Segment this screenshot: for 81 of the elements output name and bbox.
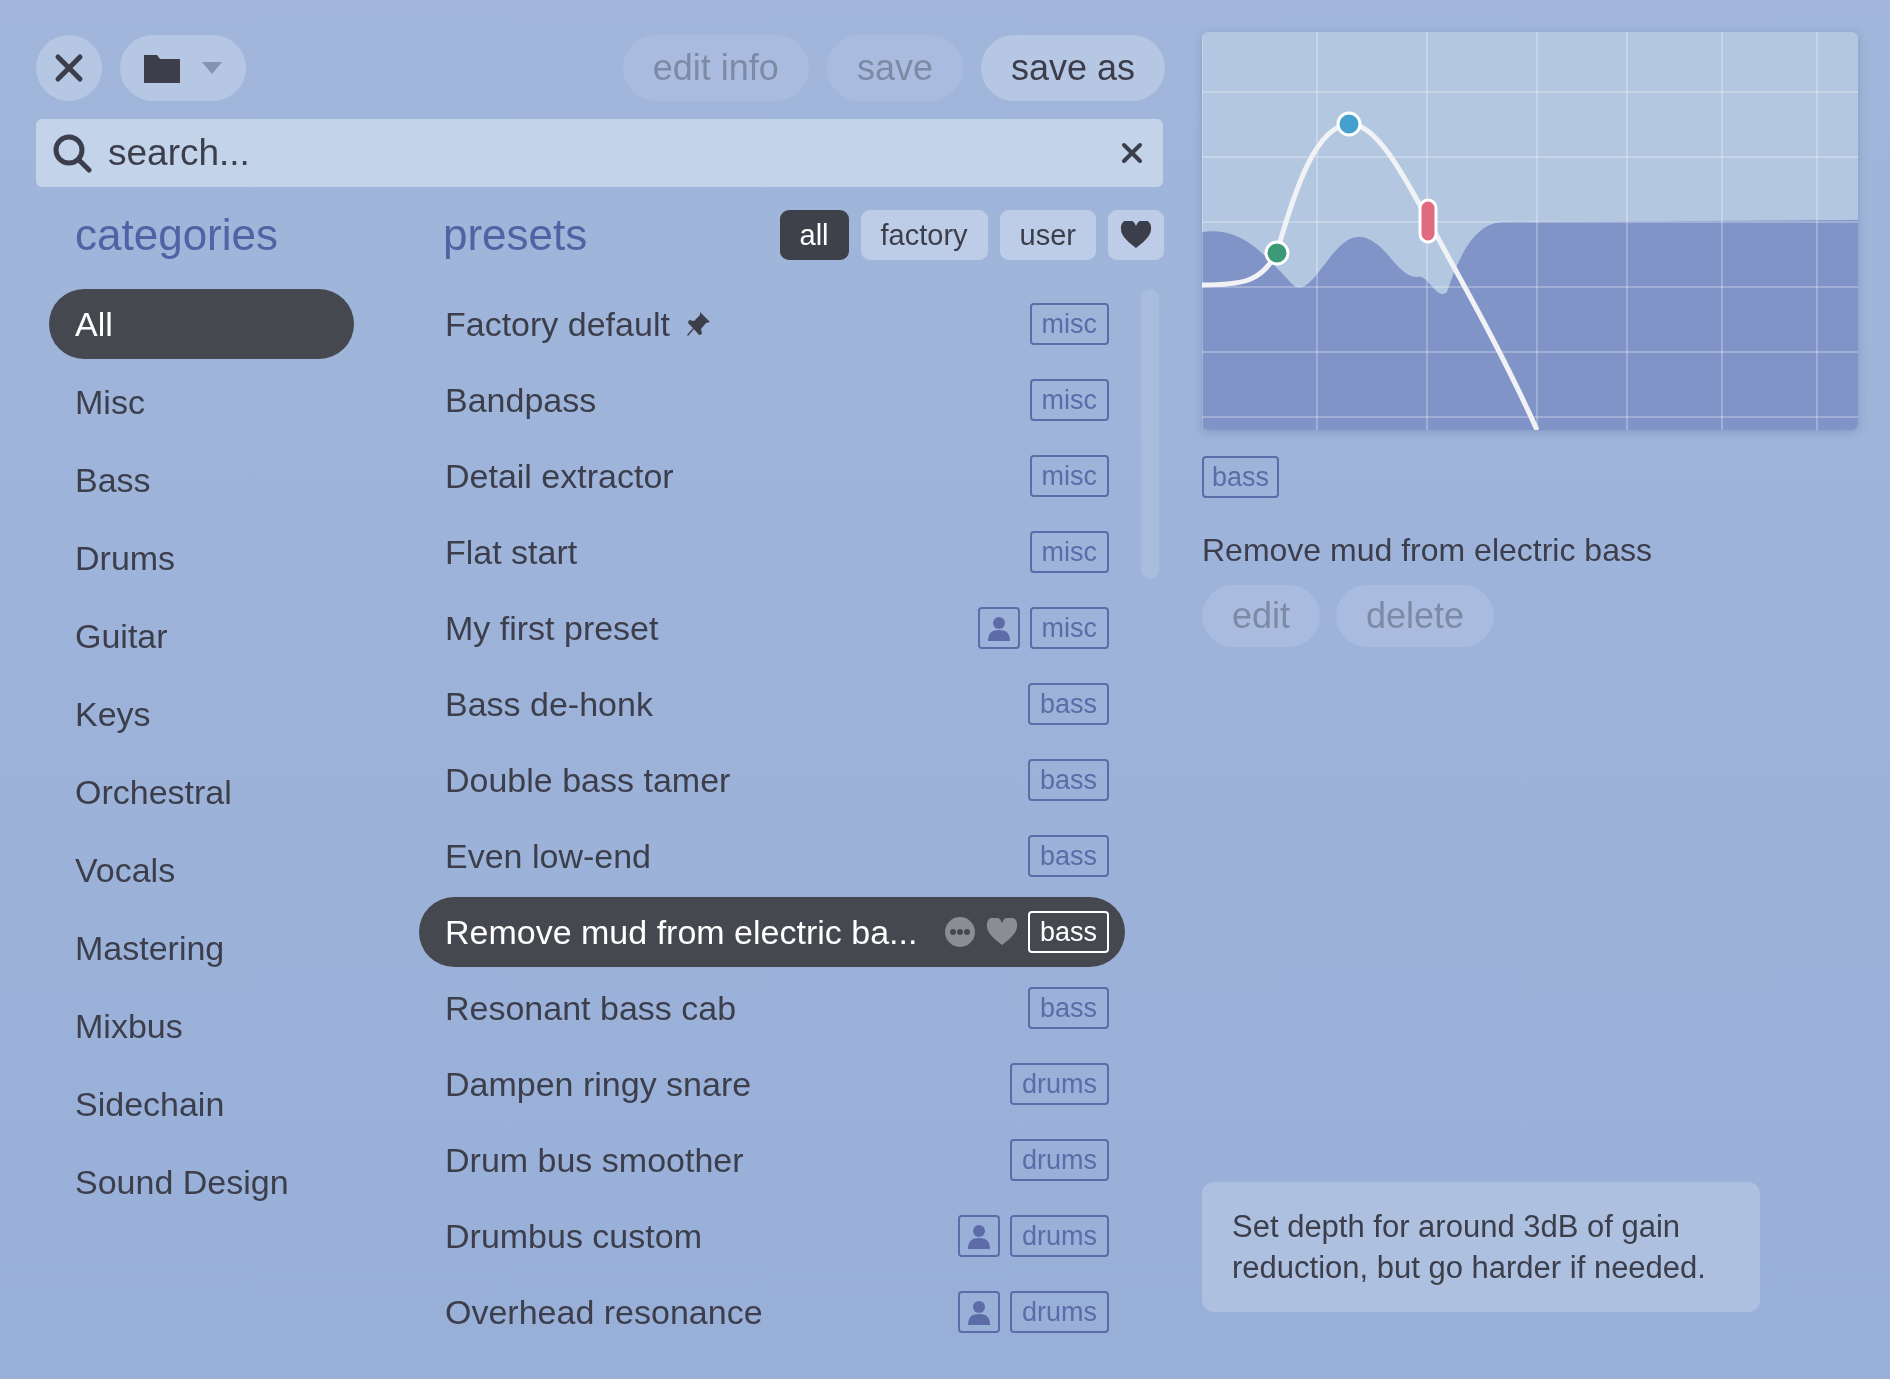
person-icon: [966, 1299, 992, 1325]
category-item[interactable]: All: [49, 289, 354, 359]
category-item[interactable]: Sidechain: [49, 1069, 354, 1139]
category-item[interactable]: Drums: [49, 523, 354, 593]
close-icon: [54, 53, 84, 83]
preset-note: Set depth for around 3dB of gain reduction, but go harder if needed.: [1202, 1182, 1760, 1312]
category-item[interactable]: Misc: [49, 367, 354, 437]
preset-row[interactable]: Detail extractor misc: [419, 441, 1125, 511]
category-tag: drums: [1010, 1291, 1109, 1333]
preset-row[interactable]: Factory default misc: [419, 289, 1125, 359]
filter-tab[interactable]: all: [779, 210, 849, 260]
preset-row[interactable]: Dampen ringy snare drums: [419, 1049, 1125, 1119]
category-item[interactable]: Sound Design: [49, 1147, 354, 1217]
search-bar[interactable]: search...: [36, 119, 1163, 187]
eq-node[interactable]: [1418, 198, 1438, 244]
category-item[interactable]: Guitar: [49, 601, 354, 671]
category-tag: bass: [1202, 456, 1280, 498]
preset-name: Bandpass: [445, 380, 597, 420]
eq-graph[interactable]: [1202, 32, 1858, 430]
preset-name: Factory default: [445, 304, 670, 344]
more-icon[interactable]: [943, 916, 976, 948]
preset-row[interactable]: Drumbus custom drums: [419, 1201, 1125, 1271]
category-item[interactable]: Mixbus: [49, 991, 354, 1061]
section-heading: categories: [74, 209, 279, 261]
preset-name: Flat start: [445, 532, 578, 572]
favorites-filter[interactable]: [1108, 210, 1164, 260]
preset-row[interactable]: Overhead resonance drums: [419, 1277, 1125, 1347]
preset-name: Overhead resonance: [445, 1292, 763, 1332]
search-field[interactable]: search...: [106, 131, 1107, 175]
eq-node[interactable]: [1264, 240, 1290, 266]
category-item[interactable]: Keys: [49, 679, 354, 749]
search-icon: [52, 133, 92, 173]
preset-name: My first preset: [445, 608, 659, 648]
preset-row[interactable]: My first preset misc: [419, 593, 1125, 663]
eq-node[interactable]: [1336, 111, 1362, 137]
preset-name: Double bass tamer: [445, 760, 731, 800]
filter-tab[interactable]: factory: [860, 210, 988, 260]
preset-name: Remove mud from electric ba...: [445, 912, 918, 952]
preset-name: Dampen ringy snare: [445, 1064, 752, 1104]
category-tag: drums: [1010, 1139, 1109, 1181]
preset-row[interactable]: Flat start misc: [419, 517, 1125, 587]
folder-icon: [144, 53, 180, 83]
category-item[interactable]: Orchestral: [49, 757, 354, 827]
toolbar-button[interactable]: save as: [980, 35, 1165, 101]
category-tag: misc: [1029, 531, 1109, 573]
category-tag: misc: [1029, 303, 1109, 345]
category-item[interactable]: Bass: [49, 445, 354, 515]
preset-name: Bass de-honk: [445, 684, 653, 724]
category-tag: bass: [1027, 759, 1109, 801]
preset-row[interactable]: Bass de-honk bass: [419, 669, 1125, 739]
preset-row[interactable]: Double bass tamer bass: [419, 745, 1125, 815]
preset-name: Even low-end: [445, 836, 651, 876]
category-tag: bass: [1027, 911, 1109, 953]
category-tag: drums: [1010, 1063, 1109, 1105]
category-item[interactable]: Vocals: [49, 835, 354, 905]
preset-row[interactable]: Bandpass misc: [419, 365, 1125, 435]
caret-icon: [202, 62, 222, 74]
person-icon: [966, 1223, 992, 1249]
preset-row[interactable]: Resonant bass cab bass: [419, 973, 1125, 1043]
heart-icon: [1120, 221, 1152, 249]
filter-tab[interactable]: user: [999, 210, 1096, 260]
section-heading: presets: [443, 209, 589, 261]
preset-name: Drumbus custom: [445, 1216, 702, 1256]
person-icon: [985, 615, 1012, 641]
preset-name: Detail extractor: [445, 456, 674, 496]
preset-row[interactable]: Even low-end bass: [419, 821, 1125, 891]
category-item[interactable]: Mastering: [49, 913, 354, 983]
clear-icon[interactable]: [1121, 142, 1143, 164]
preset-row[interactable]: Remove mud from electric ba... bass: [419, 897, 1125, 967]
preset-description: Remove mud from electric bass: [1202, 532, 1653, 569]
preset-row[interactable]: Drum bus smoother drums: [419, 1125, 1125, 1195]
category-tag: bass: [1027, 987, 1109, 1029]
category-tag: misc: [1029, 379, 1109, 421]
preset-name: Resonant bass cab: [445, 988, 737, 1028]
category-tag: bass: [1027, 835, 1109, 877]
preset-name: Drum bus smoother: [445, 1140, 744, 1180]
category-tag: drums: [1010, 1215, 1109, 1257]
category-tag: bass: [1027, 683, 1109, 725]
category-tag: misc: [1029, 455, 1109, 497]
category-tag: misc: [1029, 607, 1109, 649]
heart-icon[interactable]: [985, 918, 1018, 946]
